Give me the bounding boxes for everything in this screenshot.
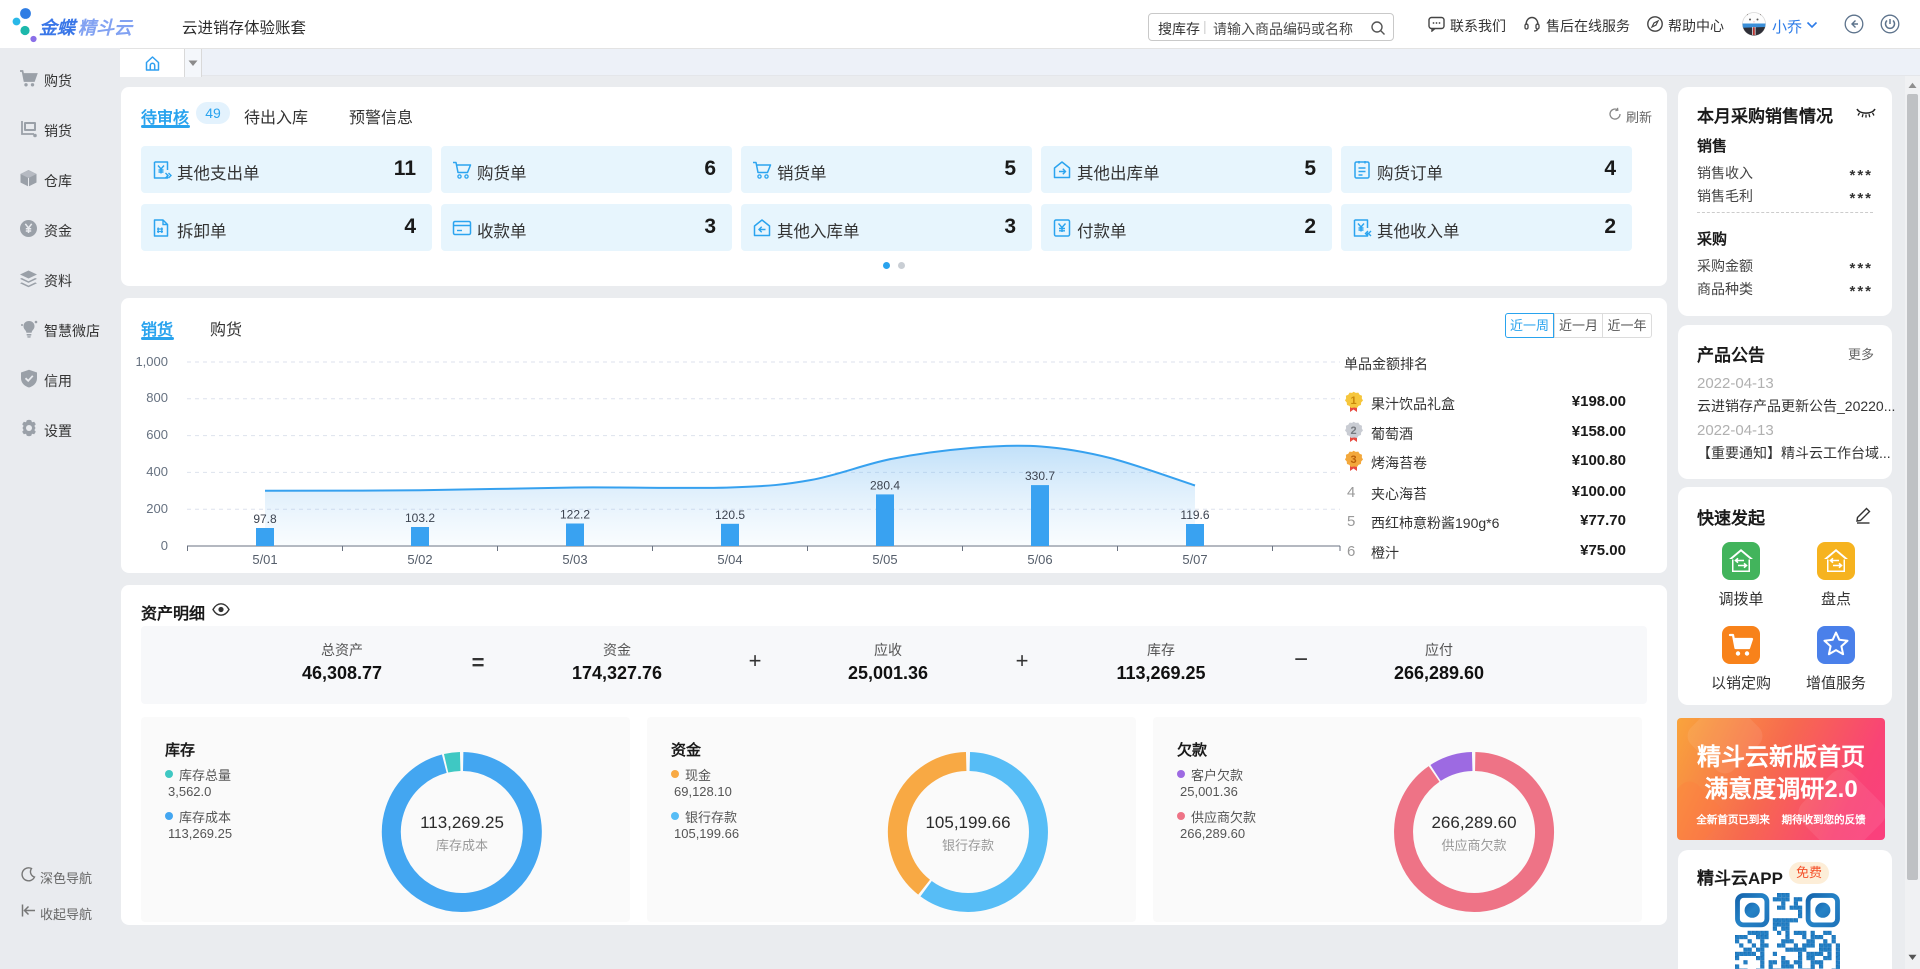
svg-text:97.8: 97.8 [253,512,277,526]
svg-text:3: 3 [1350,454,1356,466]
svg-text:119.6: 119.6 [1180,508,1209,522]
svg-text:5/04: 5/04 [717,552,742,567]
svg-text:银行存款: 银行存款 [942,838,994,853]
svg-text:供应商欠款: 供应商欠款 [1441,838,1506,853]
svg-text:600: 600 [146,427,168,442]
svg-text:200: 200 [146,501,168,516]
svg-text:1,000: 1,000 [135,354,168,369]
svg-text:800: 800 [146,390,168,405]
svg-text:5/02: 5/02 [407,552,432,567]
svg-text:5/01: 5/01 [252,552,277,567]
svg-text:330.7: 330.7 [1025,469,1055,483]
svg-text:113,269.25: 113,269.25 [420,813,504,832]
svg-text:105,199.66: 105,199.66 [925,813,1010,832]
svg-text:1: 1 [1350,395,1356,407]
svg-text:库存成本: 库存成本 [436,838,488,853]
svg-text:5/05: 5/05 [872,552,897,567]
svg-text:280.4: 280.4 [870,478,900,492]
svg-text:400: 400 [146,464,168,479]
svg-text:2: 2 [1350,425,1356,437]
svg-text:5/06: 5/06 [1027,552,1052,567]
svg-text:5/03: 5/03 [562,552,587,567]
svg-text:103.2: 103.2 [405,511,435,525]
svg-text:120.5: 120.5 [715,508,745,522]
svg-text:0: 0 [161,538,168,553]
svg-text:5/07: 5/07 [1182,552,1207,567]
svg-text:122.2: 122.2 [560,508,590,522]
svg-text:266,289.60: 266,289.60 [1431,813,1516,832]
